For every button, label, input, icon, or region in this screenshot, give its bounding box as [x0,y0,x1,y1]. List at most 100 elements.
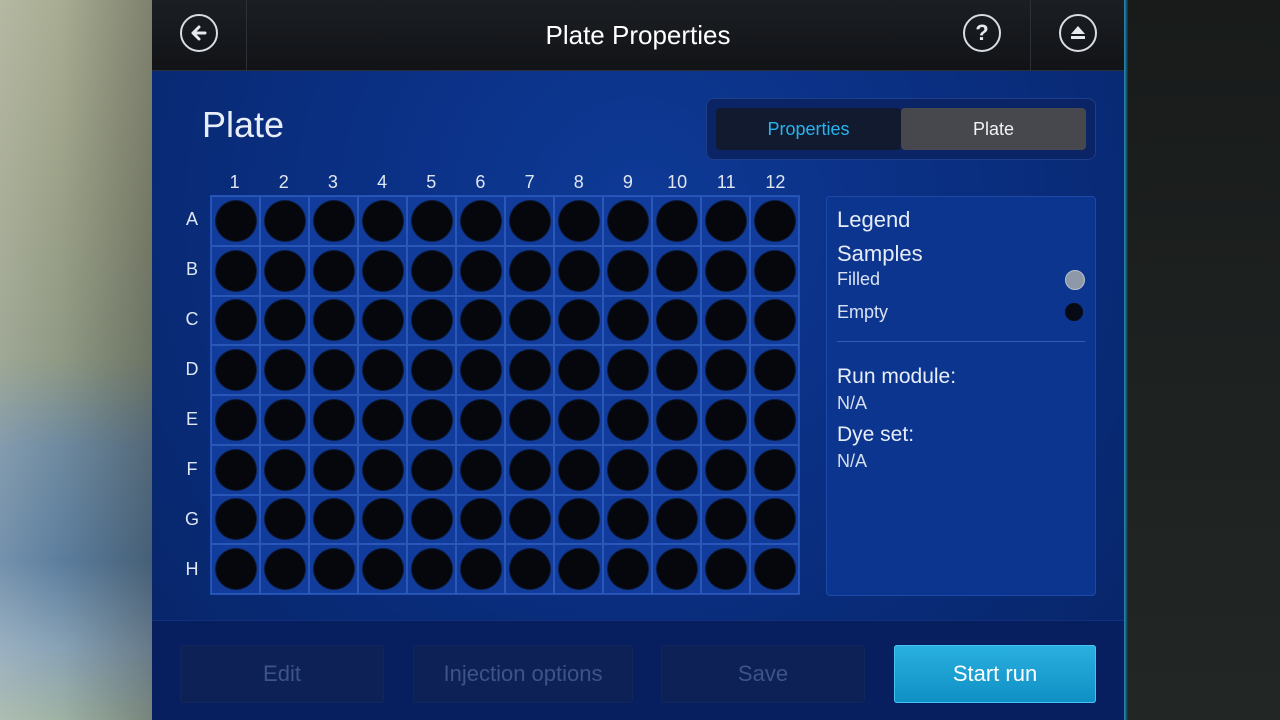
plate-well-cell[interactable] [750,245,799,296]
plate-well-cell[interactable] [407,295,456,346]
plate-well-cell[interactable] [211,345,260,395]
plate-well-cell[interactable] [211,444,260,495]
plate-well-cell[interactable] [211,295,260,346]
plate-well-cell[interactable] [554,345,603,395]
plate-well-cell[interactable] [456,245,505,296]
plate-well-cell[interactable] [260,494,309,545]
plate-well-cell[interactable] [407,245,456,296]
tab-plate[interactable]: Plate [901,108,1086,150]
plate-well-cell[interactable] [701,444,750,495]
plate-well-cell[interactable] [554,544,603,594]
plate-well-cell[interactable] [358,444,407,495]
plate-well-cell[interactable] [358,494,407,545]
plate-well-cell[interactable] [407,444,456,495]
plate-well-cell[interactable] [652,345,701,395]
plate-well-cell[interactable] [309,295,358,346]
plate-well-cell[interactable] [750,196,799,246]
plate-well-cell[interactable] [750,395,799,445]
plate-well-cell[interactable] [407,196,456,246]
plate-well-cell[interactable] [603,444,652,495]
plate-well-cell[interactable] [750,444,799,495]
plate-well-cell[interactable] [750,494,799,545]
plate-well-cell[interactable] [358,395,407,445]
plate-well-cell[interactable] [701,345,750,395]
save-button[interactable]: Save [661,645,865,703]
plate-well-cell[interactable] [456,444,505,495]
plate-well-cell[interactable] [505,245,554,296]
plate-well-cell[interactable] [505,395,554,445]
plate-well-cell[interactable] [211,544,260,594]
plate-well-cell[interactable] [750,295,799,346]
plate-well-cell[interactable] [211,245,260,296]
plate-well-cell[interactable] [603,196,652,246]
plate-well-cell[interactable] [260,345,309,395]
plate-well-cell[interactable] [456,544,505,594]
injection-options-button[interactable]: Injection options [413,645,633,703]
plate-well-cell[interactable] [358,295,407,346]
plate-well-cell[interactable] [260,444,309,495]
plate-well-cell[interactable] [309,444,358,495]
plate-well-cell[interactable] [652,295,701,346]
plate-well-cell[interactable] [505,345,554,395]
plate-well-cell[interactable] [505,196,554,246]
plate-well-cell[interactable] [456,395,505,445]
tab-properties[interactable]: Properties [716,108,901,150]
plate-well-cell[interactable] [603,395,652,445]
plate-well-cell[interactable] [456,196,505,246]
help-button[interactable]: ? [963,14,1001,52]
plate-well-cell[interactable] [309,196,358,246]
plate-well-cell[interactable] [505,544,554,594]
plate-well-cell[interactable] [701,295,750,346]
plate-well-cell[interactable] [260,245,309,296]
plate-well-cell[interactable] [407,345,456,395]
plate-well-cell[interactable] [701,395,750,445]
plate-well-cell[interactable] [652,196,701,246]
plate-well-cell[interactable] [652,544,701,594]
plate-well-cell[interactable] [554,295,603,346]
plate-well-cell[interactable] [407,544,456,594]
start-run-button[interactable]: Start run [894,645,1096,703]
plate-well-cell[interactable] [309,245,358,296]
plate-well-cell[interactable] [603,544,652,594]
plate-well-cell[interactable] [603,494,652,545]
plate-well-cell[interactable] [652,494,701,545]
plate-well-cell[interactable] [603,345,652,395]
plate-well-cell[interactable] [358,245,407,296]
plate-well-cell[interactable] [750,544,799,594]
plate-well-cell[interactable] [554,245,603,296]
plate-well-cell[interactable] [260,295,309,346]
plate-well-cell[interactable] [554,196,603,246]
plate-well-cell[interactable] [701,196,750,246]
plate-well-cell[interactable] [309,544,358,594]
plate-well-cell[interactable] [211,395,260,445]
plate-well-cell[interactable] [456,345,505,395]
plate-well-cell[interactable] [358,544,407,594]
plate-well-cell[interactable] [701,494,750,545]
plate-well-cell[interactable] [309,494,358,545]
plate-well-cell[interactable] [554,395,603,445]
plate-well-cell[interactable] [211,196,260,246]
plate-well-cell[interactable] [358,196,407,246]
plate-well-cell[interactable] [505,295,554,346]
plate-well-cell[interactable] [554,494,603,545]
plate-well-cell[interactable] [358,345,407,395]
plate-well-cell[interactable] [456,295,505,346]
edit-button[interactable]: Edit [180,645,384,703]
plate-well-cell[interactable] [260,395,309,445]
plate-well-cell[interactable] [505,444,554,495]
plate-well-cell[interactable] [407,395,456,445]
plate-well-cell[interactable] [407,494,456,545]
plate-well-cell[interactable] [750,345,799,395]
plate-well-cell[interactable] [309,395,358,445]
plate-well-cell[interactable] [701,544,750,594]
plate-well-cell[interactable] [652,444,701,495]
plate-well-cell[interactable] [260,196,309,246]
plate-well-cell[interactable] [701,245,750,296]
plate-well-cell[interactable] [260,544,309,594]
plate-well-cell[interactable] [456,494,505,545]
plate-well-cell[interactable] [652,395,701,445]
plate-well-cell[interactable] [603,295,652,346]
plate-well-cell[interactable] [505,494,554,545]
plate-well-cell[interactable] [652,245,701,296]
plate-well-cell[interactable] [211,494,260,545]
